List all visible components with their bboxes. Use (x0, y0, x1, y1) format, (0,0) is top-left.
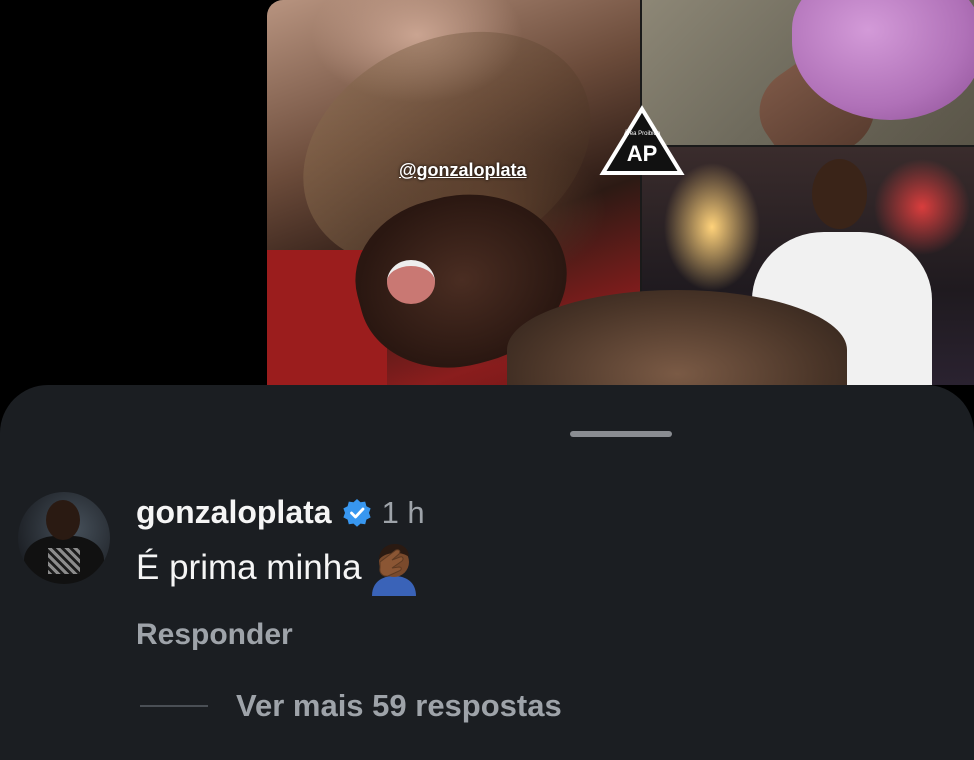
reply-button[interactable]: Responder (136, 618, 293, 652)
comment-timestamp: 1 h (381, 494, 425, 530)
avatar[interactable] (18, 492, 110, 584)
verified-badge-icon (342, 498, 371, 527)
comment-item: gonzaloplata 1 h É prima minha Responder (18, 492, 958, 662)
mention-tag[interactable]: @gonzaloplata (399, 160, 527, 181)
watermark-small-text: Área Proibida (624, 130, 661, 137)
comments-sheet: gonzaloplata 1 h É prima minha Responder (0, 385, 974, 760)
watermark-logo: Área Proibida AP (599, 105, 685, 177)
screen: @gonzaloplata Área Proibida AP gonzalopl… (0, 0, 974, 760)
view-more-replies-label[interactable]: Ver mais 59 respostas (236, 688, 562, 724)
sheet-grabber-handle[interactable] (570, 431, 672, 437)
comment-username[interactable]: gonzaloplata (136, 494, 332, 531)
watermark-logo-text: AP (626, 141, 658, 166)
story-image-collage[interactable]: @gonzaloplata Área Proibida AP (267, 0, 974, 385)
comment-text: É prima minha (136, 548, 362, 587)
photo-pink-outfit (642, 0, 974, 145)
comment-text-row: É prima minha (136, 540, 422, 596)
replies-divider-line (140, 705, 208, 707)
facepalm-emoji-icon (371, 544, 416, 596)
view-more-replies[interactable]: Ver mais 59 respostas (140, 688, 562, 724)
comment-header: gonzaloplata 1 h (136, 494, 425, 531)
